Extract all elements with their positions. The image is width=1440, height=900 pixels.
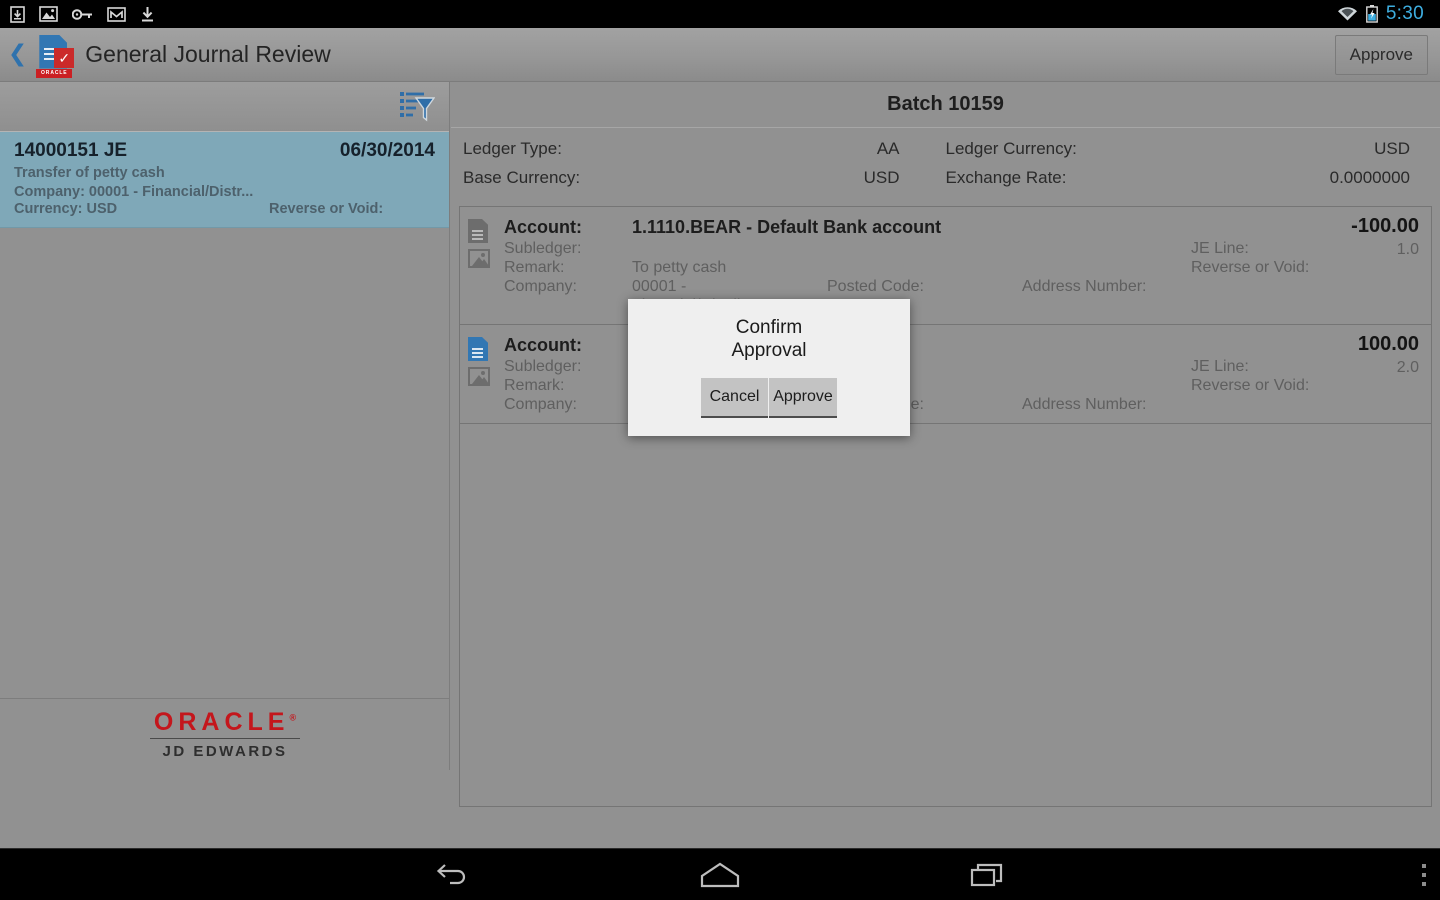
dialog-buttons: Cancel Approve: [701, 378, 837, 418]
download-box-icon: [10, 5, 25, 23]
nav-buttons: [0, 849, 1440, 900]
cancel-button[interactable]: Cancel: [701, 378, 768, 418]
nav-back-icon[interactable]: [436, 862, 470, 888]
wifi-icon: [1337, 6, 1357, 20]
status-bar: 5:30: [0, 0, 1440, 28]
back-chevron-icon[interactable]: ❮: [4, 41, 31, 68]
status-bar-system-icons: 5:30: [1337, 3, 1430, 25]
app-action-bar: ❮ ✓ ORACLE General Journal Review Approv…: [0, 28, 1440, 82]
confirm-approval-dialog: Confirm Approval Cancel Approve: [628, 299, 910, 436]
nav-recents-icon[interactable]: [970, 862, 1004, 888]
mail-icon: [107, 6, 126, 22]
battery-charging-icon: [1365, 5, 1378, 23]
nav-home-icon[interactable]: [700, 862, 740, 888]
dialog-title: Confirm Approval: [669, 299, 869, 362]
status-bar-clock: 5:30: [1385, 3, 1424, 24]
image-icon: [39, 6, 58, 22]
status-bar-notification-icons: [10, 5, 155, 23]
dialog-approve-button[interactable]: Approve: [769, 378, 837, 418]
nav-overflow-icon[interactable]: [1422, 849, 1426, 900]
android-screen: 5:30 ❮ ✓ ORACLE General Journal Review A…: [0, 0, 1440, 900]
check-badge-icon: ✓: [54, 47, 75, 68]
page-title: General Journal Review: [85, 41, 331, 67]
key-icon: [72, 8, 92, 20]
dialog-title-line1: Confirm: [735, 317, 803, 338]
jde-document-approval-icon[interactable]: ✓ ORACLE: [33, 32, 75, 78]
approve-button[interactable]: Approve: [1334, 34, 1428, 75]
dialog-title-line2: Approval: [731, 340, 807, 361]
download-arrow-icon: [142, 6, 153, 21]
android-nav-bar: [0, 848, 1440, 900]
oracle-banner: ORACLE: [36, 68, 73, 78]
